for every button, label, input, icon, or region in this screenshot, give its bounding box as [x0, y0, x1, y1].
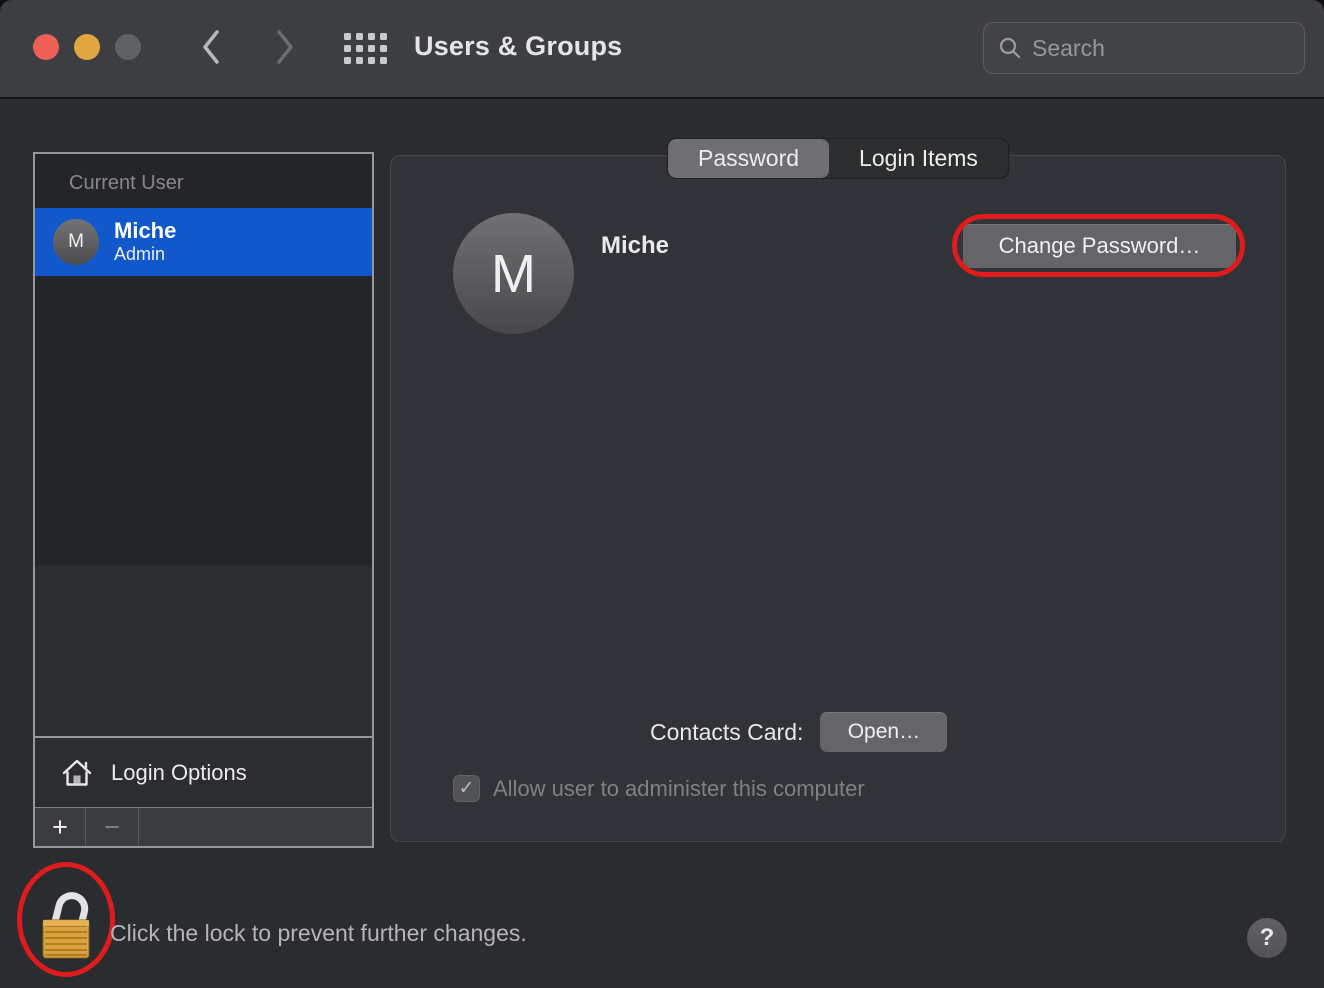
- admin-checkbox-row: ✓ Allow user to administer this computer: [453, 775, 865, 802]
- checkbox-check-icon: ✓: [459, 777, 475, 800]
- unlocked-lock-icon[interactable]: [33, 878, 99, 962]
- sidebar-action-bar: + −: [35, 807, 372, 846]
- contacts-card-row: Contacts Card: Open…: [650, 712, 947, 752]
- sidebar-item-login-options[interactable]: Login Options: [35, 736, 372, 807]
- search-icon: [998, 36, 1022, 60]
- avatar: M: [53, 219, 99, 265]
- search-field[interactable]: [983, 22, 1305, 74]
- tab-password[interactable]: Password: [668, 139, 829, 178]
- back-button[interactable]: [196, 29, 226, 69]
- login-options-label: Login Options: [111, 760, 247, 786]
- home-icon: [59, 755, 95, 791]
- user-list-sidebar: Current User M Miche Admin Login Options: [33, 152, 374, 848]
- user-role: Admin: [114, 244, 176, 266]
- traffic-lights: [33, 34, 141, 60]
- add-user-button[interactable]: +: [35, 808, 86, 846]
- tab-bar: Password Login Items: [667, 138, 1009, 179]
- zoom-button[interactable]: [115, 34, 141, 60]
- tab-login-items[interactable]: Login Items: [829, 139, 1008, 178]
- current-user-section-label: Current User: [35, 154, 372, 195]
- remove-user-button[interactable]: −: [86, 808, 139, 846]
- users-groups-window: Users & Groups Current User M Miche Admi…: [0, 0, 1324, 988]
- change-password-button[interactable]: Change Password…: [963, 224, 1236, 268]
- open-contacts-button[interactable]: Open…: [820, 712, 947, 752]
- lock-message: Click the lock to prevent further change…: [110, 920, 527, 947]
- search-input[interactable]: [1032, 35, 1324, 62]
- close-button[interactable]: [33, 34, 59, 60]
- minimize-button[interactable]: [74, 34, 100, 60]
- chevron-right-icon: [273, 27, 297, 72]
- forward-button[interactable]: [270, 29, 300, 69]
- user-detail-panel: Password Login Items M Miche Change Pass…: [390, 155, 1286, 842]
- user-row-text: Miche Admin: [114, 218, 176, 266]
- user-name: Miche: [114, 218, 176, 244]
- admin-checkbox-label: Allow user to administer this computer: [493, 776, 865, 802]
- red-annotation-circle: [17, 862, 115, 977]
- titlebar: Users & Groups: [0, 0, 1324, 99]
- show-all-grid-icon[interactable]: [344, 33, 385, 67]
- contacts-card-label: Contacts Card:: [650, 719, 803, 746]
- user-row-miche[interactable]: M Miche Admin: [35, 208, 372, 276]
- chevron-left-icon: [199, 27, 223, 72]
- admin-checkbox[interactable]: ✓: [453, 775, 480, 802]
- panel-user-name: Miche: [601, 232, 669, 260]
- help-button[interactable]: ?: [1247, 918, 1287, 958]
- window-title: Users & Groups: [414, 31, 622, 62]
- user-table: Current User M Miche Admin: [35, 154, 372, 565]
- user-avatar-large[interactable]: M: [453, 213, 574, 334]
